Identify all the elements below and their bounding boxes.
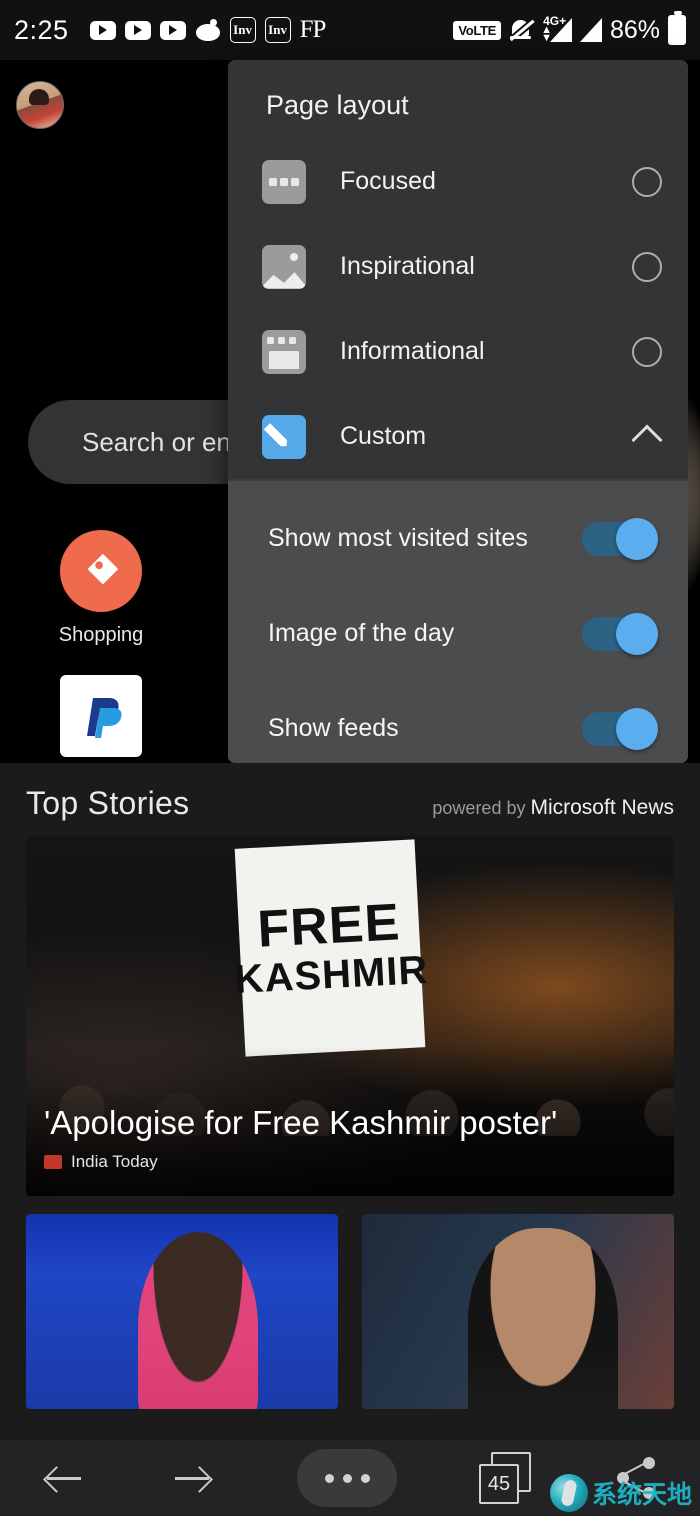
sign-line-1: FREE: [256, 893, 402, 960]
custom-pencil-icon: [262, 414, 306, 459]
layout-option-label: Focused: [340, 167, 436, 195]
toggle-switch[interactable]: [582, 517, 658, 560]
layout-option-custom[interactable]: Custom: [228, 394, 688, 479]
forward-arrow-icon: [169, 1455, 215, 1501]
layout-option-label: Informational: [340, 337, 485, 365]
status-bar-right: VoLTE ▲ ▼ 4G+ 86%: [453, 11, 686, 45]
tabs-icon: 45: [479, 1452, 531, 1504]
network-type-label: 4G+: [543, 14, 567, 28]
india-today-logo-icon: [44, 1155, 62, 1169]
layout-option-informational[interactable]: Informational: [228, 309, 688, 394]
toggle-label: Show most visited sites: [268, 524, 528, 552]
bottom-nav-bar: 45 系统天地: [0, 1440, 700, 1516]
feed-header: Top Stories powered by Microsoft News: [0, 763, 700, 836]
powered-by-label: powered by: [432, 798, 531, 818]
radio-button[interactable]: [632, 336, 662, 367]
layout-option-focused[interactable]: Focused: [228, 139, 688, 224]
back-button[interactable]: [41, 1455, 87, 1501]
layout-option-inspirational[interactable]: Inspirational: [228, 224, 688, 309]
radio-button[interactable]: [632, 251, 662, 282]
feed-title: Top Stories: [26, 785, 190, 821]
youtube-icon: [89, 20, 116, 40]
battery-percent-label: 86%: [609, 15, 660, 44]
toggle-switch[interactable]: [582, 707, 658, 750]
news-feed: Top Stories powered by Microsoft News FR…: [0, 763, 700, 1453]
back-arrow-icon: [41, 1455, 87, 1501]
informational-layout-icon: [262, 329, 306, 374]
youtube-icon: [159, 20, 186, 40]
tile-shopping[interactable]: Shopping: [36, 530, 166, 647]
tab-count-label: 45: [479, 1464, 519, 1504]
inv-icon: Inv: [229, 17, 256, 43]
toggle-row-show-feeds[interactable]: Show feeds: [228, 681, 688, 763]
news-card-row: [0, 1196, 700, 1409]
radio-button[interactable]: [632, 166, 662, 197]
hero-headline: 'Apologise for Free Kashmir poster': [44, 1104, 558, 1141]
forward-button[interactable]: [169, 1455, 215, 1501]
focused-layout-icon: [262, 159, 306, 204]
toggle-label: Image of the day: [268, 619, 455, 647]
tabs-button[interactable]: 45: [479, 1452, 531, 1504]
paypal-icon: [60, 675, 142, 757]
feed-attribution: powered by Microsoft News: [432, 796, 674, 820]
watermark-logo-icon: [549, 1474, 588, 1512]
hero-news-card[interactable]: FREE KASHMIR 'Apologise for Free Kashmir…: [26, 836, 674, 1196]
clock: 2:25: [14, 14, 69, 45]
watermark-label: 系统天地: [591, 1480, 692, 1509]
news-card-1[interactable]: [26, 1214, 338, 1409]
layout-option-label: Custom: [340, 422, 427, 450]
toggle-switch[interactable]: [582, 612, 658, 655]
inv-icon: Inv: [264, 17, 291, 43]
youtube-icon: [124, 20, 151, 40]
signal-icon: ▲ ▼ 4G+: [541, 14, 572, 44]
fp-icon: FP: [299, 16, 327, 43]
bell-off-icon: [509, 17, 535, 43]
reddit-icon: [195, 19, 221, 41]
hero-source: India Today: [44, 1152, 158, 1172]
hero-source-label: India Today: [71, 1152, 158, 1171]
more-button[interactable]: [297, 1449, 397, 1507]
watermark: 系统天地: [549, 1474, 692, 1512]
panel-options-section: Show most visited sites Image of the day…: [228, 481, 688, 763]
news-card-2[interactable]: [362, 1214, 674, 1409]
more-dots-icon: [324, 1473, 334, 1483]
more-dots-icon: [342, 1473, 352, 1483]
page-layout-panel: Page layout Focused Inspirational Inform…: [228, 60, 688, 763]
powered-by-brand: Microsoft News: [530, 796, 674, 819]
chevron-up-icon[interactable]: [631, 424, 663, 456]
layout-option-label: Inspirational: [340, 252, 475, 280]
protest-sign-image: FREE KASHMIR: [233, 839, 430, 1057]
volte-icon: VoLTE: [453, 20, 502, 40]
panel-title: Page layout: [266, 90, 409, 120]
shopping-tag-icon: [60, 530, 142, 612]
tile-label: Shopping: [58, 624, 144, 646]
more-dots-icon: [360, 1473, 370, 1483]
sign-line-2: KASHMIR: [233, 947, 430, 1002]
battery-icon: [668, 11, 686, 45]
toggle-row-image-of-the-day[interactable]: Image of the day: [228, 586, 688, 681]
signal-icon: [579, 18, 602, 42]
toggle-label: Show feeds: [268, 714, 399, 742]
status-bar-left: 2:25 Inv Inv FP: [14, 15, 453, 46]
status-bar: 2:25 Inv Inv FP VoLTE ▲ ▼ 4G+ 86%: [0, 0, 700, 60]
inspirational-layout-icon: [262, 244, 306, 289]
avatar[interactable]: [16, 81, 64, 129]
phone-screen: 2:25 Inv Inv FP VoLTE ▲ ▼ 4G+ 86% Search …: [0, 0, 700, 1516]
toggle-row-show-most-visited-sites[interactable]: Show most visited sites: [228, 491, 688, 586]
